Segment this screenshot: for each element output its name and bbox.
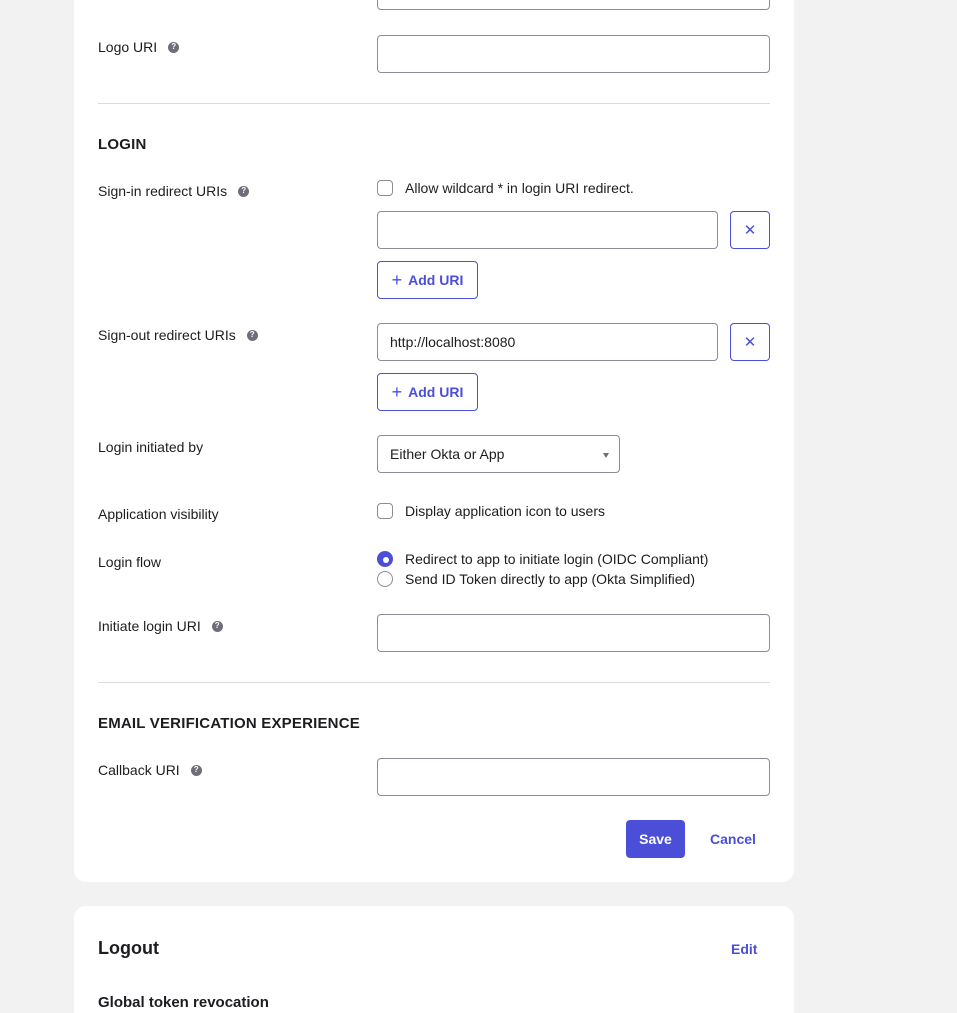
callback-uri-label: Callback URI ? (98, 761, 202, 779)
signout-uri-input[interactable] (377, 323, 718, 361)
help-icon[interactable]: ? (238, 185, 250, 197)
remove-signout-uri-button[interactable]: ✕ (730, 323, 770, 361)
logout-edit-button[interactable]: Edit (731, 941, 757, 957)
initiate-login-uri-label: Initiate login URI ? (98, 617, 223, 635)
add-signout-uri-button[interactable]: + Add URI (377, 373, 478, 411)
display-icon-checkbox[interactable] (377, 503, 393, 519)
login-flow-send-option[interactable]: Send ID Token directly to app (Okta Simp… (377, 571, 695, 587)
previous-field-input[interactable] (377, 0, 770, 10)
app-visibility-label: Application visibility (98, 506, 219, 522)
logo-uri-input[interactable] (377, 35, 770, 73)
login-flow-send-radio[interactable] (377, 571, 393, 587)
wildcard-checkbox[interactable] (377, 180, 393, 196)
add-signin-uri-button[interactable]: + Add URI (377, 261, 478, 299)
help-icon[interactable]: ? (246, 329, 258, 341)
login-section-title: LOGIN (98, 136, 147, 153)
chevron-down-icon (603, 453, 609, 458)
global-token-revocation-heading: Global token revocation (98, 994, 269, 1011)
callback-uri-input[interactable] (377, 758, 770, 796)
plus-icon: + (391, 270, 403, 290)
signout-redirect-label: Sign-out redirect URIs ? (98, 326, 258, 344)
login-flow-label: Login flow (98, 554, 162, 570)
divider (98, 682, 770, 683)
save-button[interactable]: Save (626, 820, 685, 858)
cancel-button[interactable]: Cancel (710, 831, 756, 847)
help-icon[interactable]: ? (211, 620, 223, 632)
initiate-login-uri-input[interactable] (377, 614, 770, 652)
help-icon[interactable]: ? (168, 41, 180, 53)
wildcard-checkbox-row[interactable]: Allow wildcard * in login URI redirect. (377, 180, 634, 196)
plus-icon: + (391, 382, 403, 402)
login-flow-redirect-option[interactable]: Redirect to app to initiate login (OIDC … (377, 551, 708, 567)
display-icon-checkbox-row[interactable]: Display application icon to users (377, 503, 605, 519)
email-verification-section-title: EMAIL VERIFICATION EXPERIENCE (98, 715, 360, 732)
logo-uri-label: Logo URI ? (98, 38, 180, 56)
logout-title: Logout (98, 938, 159, 958)
signin-uri-input[interactable] (377, 211, 718, 249)
help-icon[interactable]: ? (190, 764, 202, 776)
login-initiated-label: Login initiated by (98, 439, 204, 455)
signin-redirect-label: Sign-in redirect URIs ? (98, 182, 250, 200)
close-icon: ✕ (743, 222, 757, 239)
general-settings-card: Logo URI ? LOGIN Sign-in redirect URIs ?… (74, 0, 794, 882)
remove-signin-uri-button[interactable]: ✕ (730, 211, 770, 249)
divider (98, 103, 770, 104)
close-icon: ✕ (743, 334, 757, 351)
login-initiated-select[interactable]: Either Okta or App (377, 435, 620, 473)
logout-card: Logout Edit Global token revocation (74, 906, 794, 1013)
login-flow-redirect-radio[interactable] (377, 551, 393, 567)
